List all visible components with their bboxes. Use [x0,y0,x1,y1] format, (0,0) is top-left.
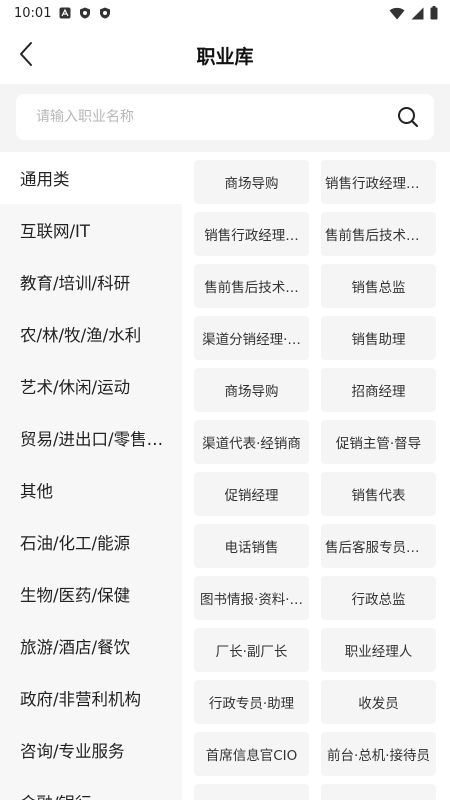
category-item[interactable]: 政府/非营利机构 [0,672,182,724]
job-chip[interactable]: 商场导购 [194,160,309,204]
job-chip-label: 销售行政经理… [204,228,299,244]
category-item[interactable]: 其他 [0,464,182,516]
wifi-icon [389,7,405,19]
search-box [16,94,434,140]
category-item[interactable]: 通用类 [0,152,182,204]
signal-icon [411,7,424,19]
job-chip-label: 行政专员·助理 [208,696,295,712]
status-right [389,6,438,20]
job-chip-label: 销售行政经理主… [325,176,432,192]
job-row: 行政专员·助理 收发员 [194,676,450,728]
job-chip[interactable]: 行政总监 [321,576,436,620]
job-chip-label: 图书情报·资料·… [199,592,304,608]
job-chip[interactable]: 厂长·副厂长 [194,628,309,672]
job-row: 首席信息官CIO 前台·总机·接待员 [194,728,450,780]
job-chip[interactable]: 前台·总机·接待员 [321,732,436,776]
job-chip-label: 电话销售 [224,540,279,556]
status-bar: 10:01 [0,0,450,26]
job-chip[interactable]: 渠道代表·经销商 [194,420,309,464]
category-item[interactable]: 石油/化工/能源 [0,516,182,568]
content-area: 通用类 互联网/IT 教育/培训/科研 农/林/牧/渔/水利 艺术/休闲/运动 贸易/进出… [0,152,450,800]
status-time: 10:01 [14,5,52,21]
a-icon [59,7,71,19]
search-input[interactable] [36,109,396,125]
job-chip-label: 首席运营官COO [202,796,300,800]
job-row: 首席运营官COO 秘书·文员 [194,780,450,800]
job-row: 厂长·副厂长 职业经理人 [194,624,450,676]
job-row: 商场导购 招商经理 [194,364,450,416]
category-list: 通用类 互联网/IT 教育/培训/科研 农/林/牧/渔/水利 艺术/休闲/运动 贸易/进出… [0,152,182,800]
job-chip[interactable]: 首席信息官CIO [194,732,309,776]
job-chip[interactable]: 招商经理 [321,368,436,412]
shield-icon [100,7,111,19]
job-chip-label: 招商经理 [351,384,406,400]
category-item[interactable]: 金融/银行 [0,776,182,800]
job-chip-label: 职业经理人 [344,644,413,660]
chevron-left-icon [20,42,32,66]
job-chip[interactable]: 销售代表 [321,472,436,516]
category-item[interactable]: 生物/医药/保健 [0,568,182,620]
job-chip-label: 销售助理 [351,332,406,348]
page-title: 职业库 [196,45,254,68]
back-button[interactable] [10,38,42,70]
category-item[interactable]: 贸易/进出口/零售… [0,412,182,464]
search-bar [0,84,450,152]
nav-bar: 职业库 [0,26,450,84]
job-row: 图书情报·资料·… 行政总监 [194,572,450,624]
job-chip-label: 收发员 [358,696,399,712]
job-chip-label: 商场导购 [224,176,279,192]
job-chip[interactable]: 秘书·文员 [321,784,436,800]
job-chip[interactable]: 销售总监 [321,264,436,308]
job-chip-label: 销售代表 [351,488,406,504]
job-grid: 商场导购 销售行政经理主… 销售行政经理… 售前售后技术服… 售前售后技术… 销售总监渠道… [182,152,450,800]
category-item[interactable]: 艺术/休闲/运动 [0,360,182,412]
job-chip[interactable]: 销售行政经理… [194,212,309,256]
job-chip-label: 渠道分销经理·… [202,332,301,348]
job-row: 售前售后技术… 销售总监 [194,260,450,312]
battery-icon [430,6,438,20]
job-chip[interactable]: 售前售后技术服… [321,212,436,256]
job-chip[interactable]: 销售助理 [321,316,436,360]
job-row: 商场导购 销售行政经理主… [194,156,450,208]
category-item[interactable]: 互联网/IT [0,204,182,256]
job-chip[interactable]: 职业经理人 [321,628,436,672]
job-chip[interactable]: 销售行政经理主… [321,160,436,204]
job-chip-label: 商场导购 [224,384,279,400]
job-chip-label: 渠道代表·经销商 [202,436,301,452]
job-row: 销售行政经理… 售前售后技术服… [194,208,450,260]
status-left: 10:01 [14,6,111,21]
job-chip[interactable]: 图书情报·资料·… [194,576,309,620]
job-row: 渠道代表·经销商 促销主管·督导 [194,416,450,468]
job-chip-label: 销售总监 [351,280,406,296]
job-chip-label: 行政总监 [351,592,406,608]
job-row: 促销经理 销售代表 [194,468,450,520]
job-chip[interactable]: 首席运营官COO [194,784,309,800]
job-chip-label: 前台·总机·接待员 [326,748,431,764]
job-chip[interactable]: 行政专员·助理 [194,680,309,724]
job-chip-label: 售后客服专员（… [325,540,432,556]
job-chip[interactable]: 电话销售 [194,524,309,568]
shield-icon [80,7,91,19]
job-chip[interactable]: 促销经理 [194,472,309,516]
job-chip-label: 促销经理 [224,488,279,504]
category-item[interactable]: 旅游/酒店/餐饮 [0,620,182,672]
job-chip-label: 厂长·副厂长 [215,644,288,660]
job-chip[interactable]: 渠道分销经理·… [194,316,309,360]
job-chip-label: 售前售后技术… [204,280,299,296]
job-chip[interactable]: 商场导购 [194,368,309,412]
job-chip-label: 首席信息官CIO [205,748,298,764]
job-row: 渠道分销经理·… 销售助理 [194,312,450,364]
category-item[interactable]: 农/林/牧/渔/水利 [0,308,182,360]
search-icon[interactable] [396,105,420,129]
category-item[interactable]: 教育/培训/科研 [0,256,182,308]
job-chip[interactable]: 售前售后技术… [194,264,309,308]
job-chip[interactable]: 售后客服专员（… [321,524,436,568]
category-item[interactable]: 咨询/专业服务 [0,724,182,776]
job-row: 电话销售 售后客服专员（… [194,520,450,572]
job-chip[interactable]: 收发员 [321,680,436,724]
job-chip-label: 售前售后技术服… [325,228,432,244]
job-chip-label: 促销主管·督导 [335,436,422,452]
job-chip[interactable]: 促销主管·督导 [321,420,436,464]
job-chip-label: 秘书·文员 [349,796,407,800]
